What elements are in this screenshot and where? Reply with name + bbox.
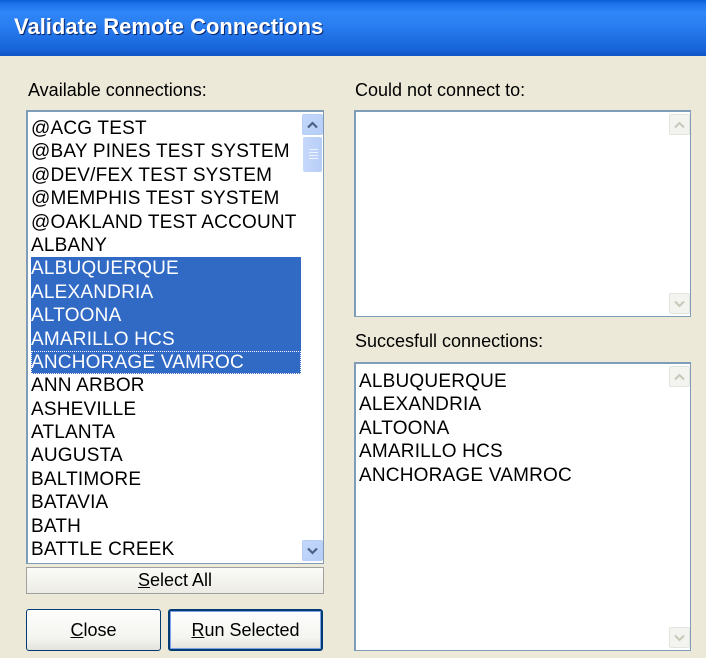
list-item[interactable]: ASHEVILLE bbox=[31, 398, 301, 421]
successful-connections-list[interactable]: ALBUQUERQUE ALEXANDRIA ALTOONA AMARILLO HCS… bbox=[354, 362, 691, 651]
list-item[interactable]: ALEXANDRIA bbox=[359, 393, 668, 416]
failed-connections-list[interactable] bbox=[354, 110, 691, 317]
scroll-down-button[interactable] bbox=[669, 627, 690, 648]
scroll-down-button[interactable] bbox=[669, 293, 690, 314]
list-item[interactable]: ALBUQUERQUE bbox=[31, 257, 301, 281]
successful-items: ALBUQUERQUE ALEXANDRIA ALTOONA AMARILLO HCS… bbox=[359, 370, 668, 487]
close-button[interactable]: Close bbox=[26, 609, 161, 651]
title-bar[interactable]: Validate Remote Connections bbox=[0, 0, 706, 56]
list-item[interactable]: ALBUQUERQUE bbox=[359, 370, 668, 393]
down-arrow-icon bbox=[674, 629, 685, 647]
down-arrow-icon bbox=[307, 542, 318, 560]
up-arrow-icon bbox=[674, 116, 685, 134]
failed-scrollbar[interactable] bbox=[669, 112, 690, 316]
list-item[interactable]: ATLANTA bbox=[31, 421, 301, 444]
select-all-button[interactable]: Select All bbox=[26, 567, 324, 594]
list-item[interactable]: BALTIMORE bbox=[31, 468, 301, 491]
list-item[interactable]: ALEXANDRIA bbox=[31, 280, 301, 305]
list-item[interactable]: AUGUSTA bbox=[31, 444, 301, 467]
list-item[interactable]: @OAKLAND TEST ACCOUNT bbox=[31, 211, 301, 234]
available-scrollbar[interactable] bbox=[302, 112, 323, 563]
up-arrow-icon bbox=[307, 116, 318, 134]
down-arrow-icon bbox=[674, 295, 685, 313]
available-connections-label: Available connections: bbox=[28, 80, 207, 100]
list-item[interactable]: AMARILLO HCS bbox=[31, 327, 301, 351]
list-item[interactable]: ANCHORAGE VAMROC bbox=[359, 464, 668, 487]
list-item[interactable]: @ACG TEST bbox=[31, 117, 301, 140]
window-title: Validate Remote Connections bbox=[14, 14, 324, 39]
scroll-up-button[interactable] bbox=[669, 366, 690, 387]
list-item[interactable]: ANCHORAGE VAMROC bbox=[31, 350, 301, 375]
list-item[interactable]: AMARILLO HCS bbox=[359, 440, 668, 463]
run-selected-button[interactable]: Run Selected bbox=[168, 609, 323, 651]
successful-scrollbar[interactable] bbox=[669, 364, 690, 650]
available-items: @ACG TEST @BAY PINES TEST SYSTEM @DEV/FEX … bbox=[31, 117, 301, 561]
close-label: Close bbox=[70, 619, 117, 640]
scroll-up-button[interactable] bbox=[302, 114, 323, 135]
list-item[interactable]: @BAY PINES TEST SYSTEM bbox=[31, 140, 301, 163]
list-item[interactable]: @MEMPHIS TEST SYSTEM bbox=[31, 187, 301, 210]
scroll-thumb[interactable] bbox=[302, 136, 323, 173]
scroll-up-button[interactable] bbox=[669, 114, 690, 135]
list-item[interactable]: BATAVIA bbox=[31, 491, 301, 514]
available-connections-list[interactable]: @ACG TEST @BAY PINES TEST SYSTEM @DEV/FEX … bbox=[26, 110, 324, 564]
list-item[interactable]: @DEV/FEX TEST SYSTEM bbox=[31, 164, 301, 187]
list-item[interactable]: ALBANY bbox=[31, 234, 301, 257]
select-all-label: Select All bbox=[137, 570, 213, 590]
list-item[interactable]: BATTLE CREEK bbox=[31, 538, 301, 561]
scroll-down-button[interactable] bbox=[302, 540, 323, 561]
failed-connections-label: Could not connect to: bbox=[355, 80, 526, 100]
list-item[interactable]: BATH bbox=[31, 515, 301, 538]
up-arrow-icon bbox=[674, 368, 685, 386]
run-selected-label: Run Selected bbox=[191, 619, 300, 640]
list-item[interactable]: ALTOONA bbox=[31, 304, 301, 328]
successful-connections-label: Succesfull connections: bbox=[355, 331, 544, 351]
list-item[interactable]: ANN ARBOR bbox=[31, 374, 301, 397]
list-item[interactable]: ALTOONA bbox=[359, 417, 668, 440]
